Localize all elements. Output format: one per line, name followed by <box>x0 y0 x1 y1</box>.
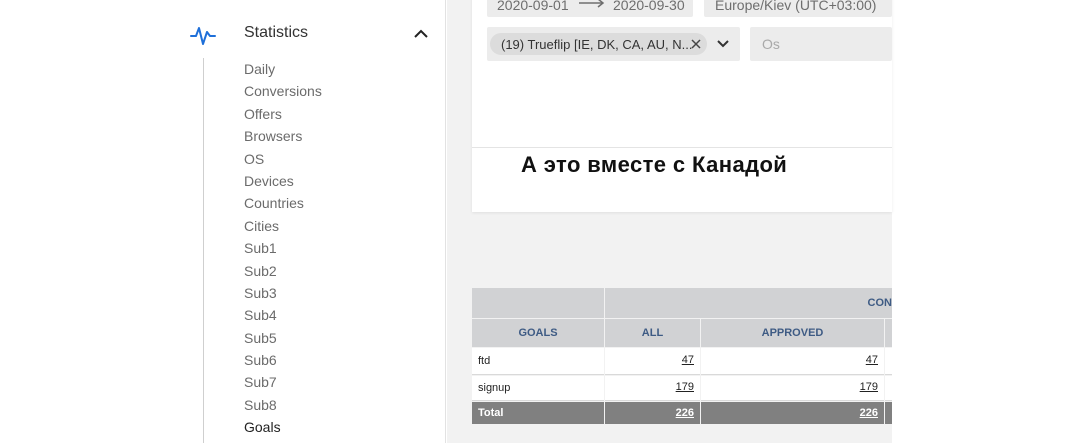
table-row-all-link[interactable]: 47 <box>605 348 700 375</box>
sidebar-item-offers[interactable]: Offers <box>244 103 322 125</box>
date-from: 2020-09-01 <box>497 0 569 13</box>
table-row-goal: ftd <box>472 348 604 375</box>
sidebar-item-sub8[interactable]: Sub8 <box>244 394 322 416</box>
os-filter-input[interactable] <box>750 27 892 61</box>
table-total-all-link[interactable]: 226 <box>605 402 700 424</box>
sidebar-item-browsers[interactable]: Browsers <box>244 125 322 147</box>
chevron-down-icon[interactable] <box>716 38 730 50</box>
sidebar-item-os[interactable]: OS <box>244 148 322 170</box>
table-row-all-link[interactable]: 179 <box>605 376 700 401</box>
sidebar-item-conversions[interactable]: Conversions <box>244 80 322 102</box>
offer-select[interactable]: (19) Trueflip [IE, DK, CA, AU, N... <box>487 27 740 61</box>
timezone-select[interactable]: Europe/Kiev (UTC+03:00) <box>704 0 892 17</box>
sidebar-item-sub2[interactable]: Sub2 <box>244 260 322 282</box>
sidebar: Statistics Daily Conversions Offers Browser… <box>0 0 446 443</box>
sidebar-item-daily[interactable]: Daily <box>244 58 322 80</box>
goals-table: CON GOALS ALL APPROVED ftd 47 47 signup … <box>472 288 892 428</box>
date-to: 2020-09-30 <box>613 0 685 13</box>
table-header-blank <box>472 288 604 318</box>
table-total-label: Total <box>472 402 604 424</box>
sidebar-item-sub3[interactable]: Sub3 <box>244 282 322 304</box>
offer-chip[interactable]: (19) Trueflip [IE, DK, CA, AU, N... <box>490 33 707 55</box>
date-range-picker[interactable]: 2020-09-01 2020-09-30 <box>487 0 693 17</box>
column-header-approved[interactable]: APPROVED <box>701 319 884 347</box>
column-header-all[interactable]: ALL <box>605 319 700 347</box>
table-row-approved-link[interactable]: 47 <box>701 348 884 375</box>
sidebar-item-cities[interactable]: Cities <box>244 215 322 237</box>
card-divider <box>472 147 892 148</box>
sidebar-item-sub6[interactable]: Sub6 <box>244 349 322 371</box>
table-total-next <box>885 402 892 424</box>
column-header-goals[interactable]: GOALS <box>472 319 604 347</box>
chevron-up-icon[interactable] <box>413 26 429 42</box>
statistics-menu: Daily Conversions Offers Browsers OS Devices C… <box>244 58 322 439</box>
sidebar-item-sub4[interactable]: Sub4 <box>244 304 322 326</box>
table-row-next <box>885 348 892 375</box>
pulse-icon <box>190 27 216 45</box>
tree-line <box>203 58 204 443</box>
sidebar-item-sub1[interactable]: Sub1 <box>244 237 322 259</box>
sidebar-item-devices[interactable]: Devices <box>244 170 322 192</box>
table-group-header: CON <box>605 288 892 318</box>
offer-chip-label: (19) Trueflip [IE, DK, CA, AU, N... <box>501 37 693 52</box>
close-icon[interactable] <box>690 38 702 50</box>
table-row-approved-link[interactable]: 179 <box>701 376 884 401</box>
table-total-approved-link[interactable]: 226 <box>701 402 884 424</box>
annotation-text: А это вместе с Канадой <box>521 152 788 177</box>
sidebar-item-sub5[interactable]: Sub5 <box>244 327 322 349</box>
table-row-next <box>885 376 892 401</box>
column-header-next <box>885 319 892 347</box>
table-row-goal: signup <box>472 376 604 401</box>
sidebar-item-goals[interactable]: Goals <box>244 416 322 438</box>
page-edge <box>892 0 1080 443</box>
timezone-value: Europe/Kiev (UTC+03:00) <box>715 0 877 13</box>
sidebar-item-countries[interactable]: Countries <box>244 192 322 214</box>
statistics-section-header[interactable]: Statistics <box>190 18 435 52</box>
sidebar-item-sub7[interactable]: Sub7 <box>244 371 322 393</box>
section-title: Statistics <box>244 24 309 41</box>
arrow-right-icon <box>579 0 605 8</box>
